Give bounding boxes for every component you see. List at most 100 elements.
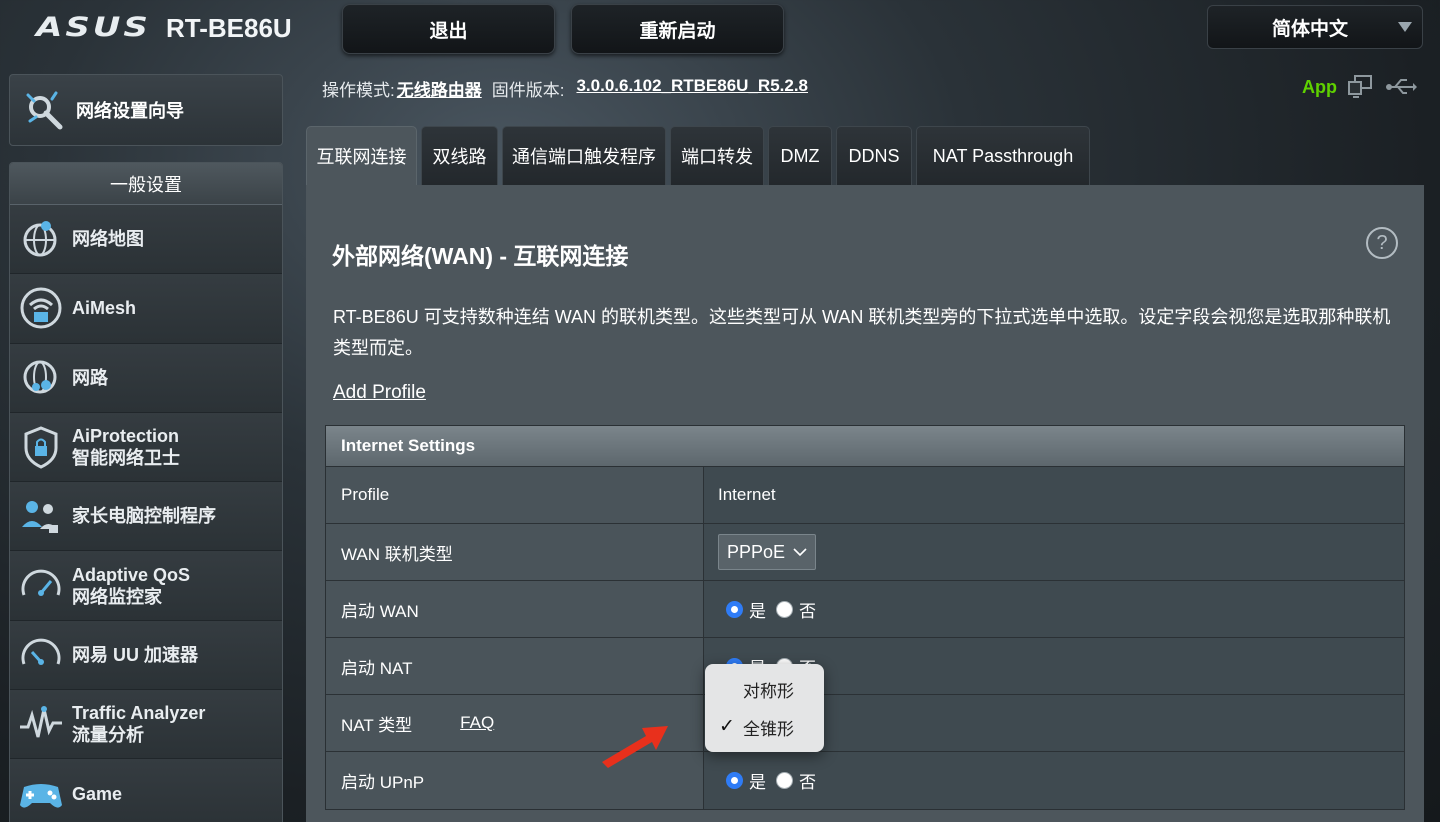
page-title: 外部网络(WAN) - 互联网连接 [332,243,629,269]
chevron-down-icon [793,548,807,557]
status-info-bar: 操作模式: 无线路由器 固件版本: 3.0.0.6.102_RTBE86U_R5… [322,76,808,101]
internet-settings-header: Internet Settings [326,426,1404,467]
tab-internet-connection[interactable]: 互联网连接 [306,126,417,185]
tab-nat-passthrough[interactable]: NAT Passthrough [916,126,1090,185]
sidebar-item-sublabel: 流量分析 [72,725,144,746]
table-row: Profile Internet [326,467,1404,524]
top-header: ASUS RT-BE86U 退出 重新启动 简体中文 [0,0,1440,64]
quick-setup-label: 网络设置向导 [76,101,184,121]
table-row: 启动 NAT 是 否 [326,638,1404,695]
firmware-version-link[interactable]: 3.0.0.6.102_RTBE86U_R5.2.8 [576,76,808,101]
page-description: RT-BE86U 可支持数种连结 WAN 的联机类型。这些类型可从 WAN 联机… [333,307,1391,358]
nat-option-symmetric[interactable]: 对称形 [705,670,824,708]
app-link[interactable]: App [1302,77,1337,98]
general-settings-title: 一般设置 [10,163,282,205]
nat-type-label: NAT 类型 [341,715,413,735]
option-label: 全锥形 [743,719,794,739]
tab-port-forwarding[interactable]: 端口转发 [670,126,764,185]
enable-wan-radio-group: 是 否 [718,597,826,622]
sidebar-item-label: Adaptive QoS [72,564,191,585]
wan-type-label: WAN 联机类型 [326,524,704,580]
wan-type-value: PPPoE [727,541,786,562]
radio-no-label: 否 [799,601,816,621]
enable-nat-label: 启动 NAT [326,638,704,694]
sidebar-item-label: AiMesh [72,298,137,319]
red-arrow-annotation-icon [602,726,668,768]
parental-control-icon [22,501,58,534]
guest-network-icon [23,360,57,394]
enable-wan-no-radio[interactable] [776,600,793,618]
checkmark-icon: ✓ [719,716,735,737]
option-label: 对称形 [743,681,794,701]
help-icon[interactable]: ? [1366,227,1398,259]
sidebar-item-label: AiProtection [72,426,180,447]
speedometer-icon [21,638,61,665]
radio-no-label: 否 [799,773,816,792]
language-select[interactable]: 简体中文 [1207,5,1423,49]
sidebar-item-label: 网路 [72,367,108,388]
profile-value: Internet [704,467,1404,523]
general-settings-menu: 一般设置 网络地图 AiMesh 网路 AiProtection 智能网络卫士 … [9,162,283,822]
logout-button[interactable]: 退出 [342,4,555,54]
wrench-wizard-icon [26,91,63,130]
sidebar-item-label: Game [72,783,123,804]
internet-settings-table: Internet Settings Profile Internet WAN 联… [325,425,1405,810]
sidebar-item-label: 网易 UU 加速器 [72,644,198,665]
sidebar-item-aiprotection[interactable]: AiProtection 智能网络卫士 [10,412,282,483]
client-devices-icon[interactable] [1347,74,1375,100]
tab-dual-wan[interactable]: 双线路 [421,126,498,185]
router-model: RT-BE86U [166,13,292,43]
tab-ddns[interactable]: DDNS [836,126,912,185]
add-profile-link[interactable]: Add Profile [333,382,426,404]
app-status-area: App [1302,74,1417,100]
traffic-wave-icon [20,706,62,738]
enable-upnp-yes-radio[interactable] [726,772,743,789]
enable-upnp-no-radio[interactable] [776,772,793,789]
language-value: 简体中文 [1272,18,1349,40]
reboot-button[interactable]: 重新启动 [571,4,784,54]
wan-type-select[interactable]: PPPoE [718,534,817,570]
tab-port-trigger[interactable]: 通信端口触发程序 [502,126,666,185]
nat-option-full-cone[interactable]: ✓ 全锥形 [705,708,824,746]
sidebar-item-sublabel: 智能网络卫士 [72,448,180,469]
radio-yes-label: 是 [749,601,766,621]
speedometer-icon [21,569,61,596]
nat-faq-link[interactable]: FAQ [460,713,494,733]
sidebar-item-traffic-analyzer[interactable]: Traffic Analyzer 流量分析 [10,690,282,760]
sidebar-item-game[interactable]: Game [10,759,282,822]
chevron-down-icon [1398,22,1412,32]
sidebar-item-sublabel: 网络监控家 [72,586,162,607]
sidebar-item-network-map[interactable]: 网络地图 [10,205,282,275]
enable-upnp-radio-group: 是 否 [718,768,826,793]
profile-value-text: Internet [718,485,776,504]
sidebar-item-aimesh[interactable]: AiMesh [10,274,282,344]
quick-internet-setup-button[interactable]: 网络设置向导 [9,74,283,146]
gamepad-icon [20,783,62,808]
operation-mode-link[interactable]: 无线路由器 [397,76,482,101]
content-panel: 外部网络(WAN) - 互联网连接 ? RT-BE86U 可支持数种连结 WAN… [306,185,1424,822]
nat-type-dropdown-menu: 对称形 ✓ 全锥形 [705,664,824,752]
table-row: NAT 类型 FAQ [326,695,1404,752]
asus-logo: ASUS [36,12,151,44]
table-row: 启动 WAN 是 否 [326,581,1404,638]
sidebar-item-label: 家长电脑控制程序 [72,506,216,527]
shield-lock-icon [24,426,58,469]
sidebar-item-adaptive-qos[interactable]: Adaptive QoS 网络监控家 [10,551,282,621]
tab-dmz[interactable]: DMZ [768,126,832,185]
table-row: WAN 联机类型 PPPoE [326,524,1404,581]
enable-wan-yes-radio[interactable] [726,600,743,618]
operation-mode-label: 操作模式: [322,81,395,100]
profile-label: Profile [326,467,704,523]
radio-yes-label: 是 [749,773,766,792]
sidebar-item-guest-network[interactable]: 网路 [10,343,282,413]
aimesh-icon [20,287,62,329]
sidebar-item-label: 网络地图 [72,229,144,250]
sidebar-item-label: Traffic Analyzer [72,703,206,724]
globe-network-icon [23,221,57,257]
sidebar-item-parental-control[interactable]: 家长电脑控制程序 [10,482,282,552]
usb-icon[interactable] [1385,76,1417,98]
enable-wan-label: 启动 WAN [326,581,704,637]
firmware-label: 固件版本: [491,81,565,100]
sidebar-item-uu-accelerator[interactable]: 网易 UU 加速器 [10,620,282,691]
table-row: 启动 UPnP 是 否 [326,752,1404,809]
